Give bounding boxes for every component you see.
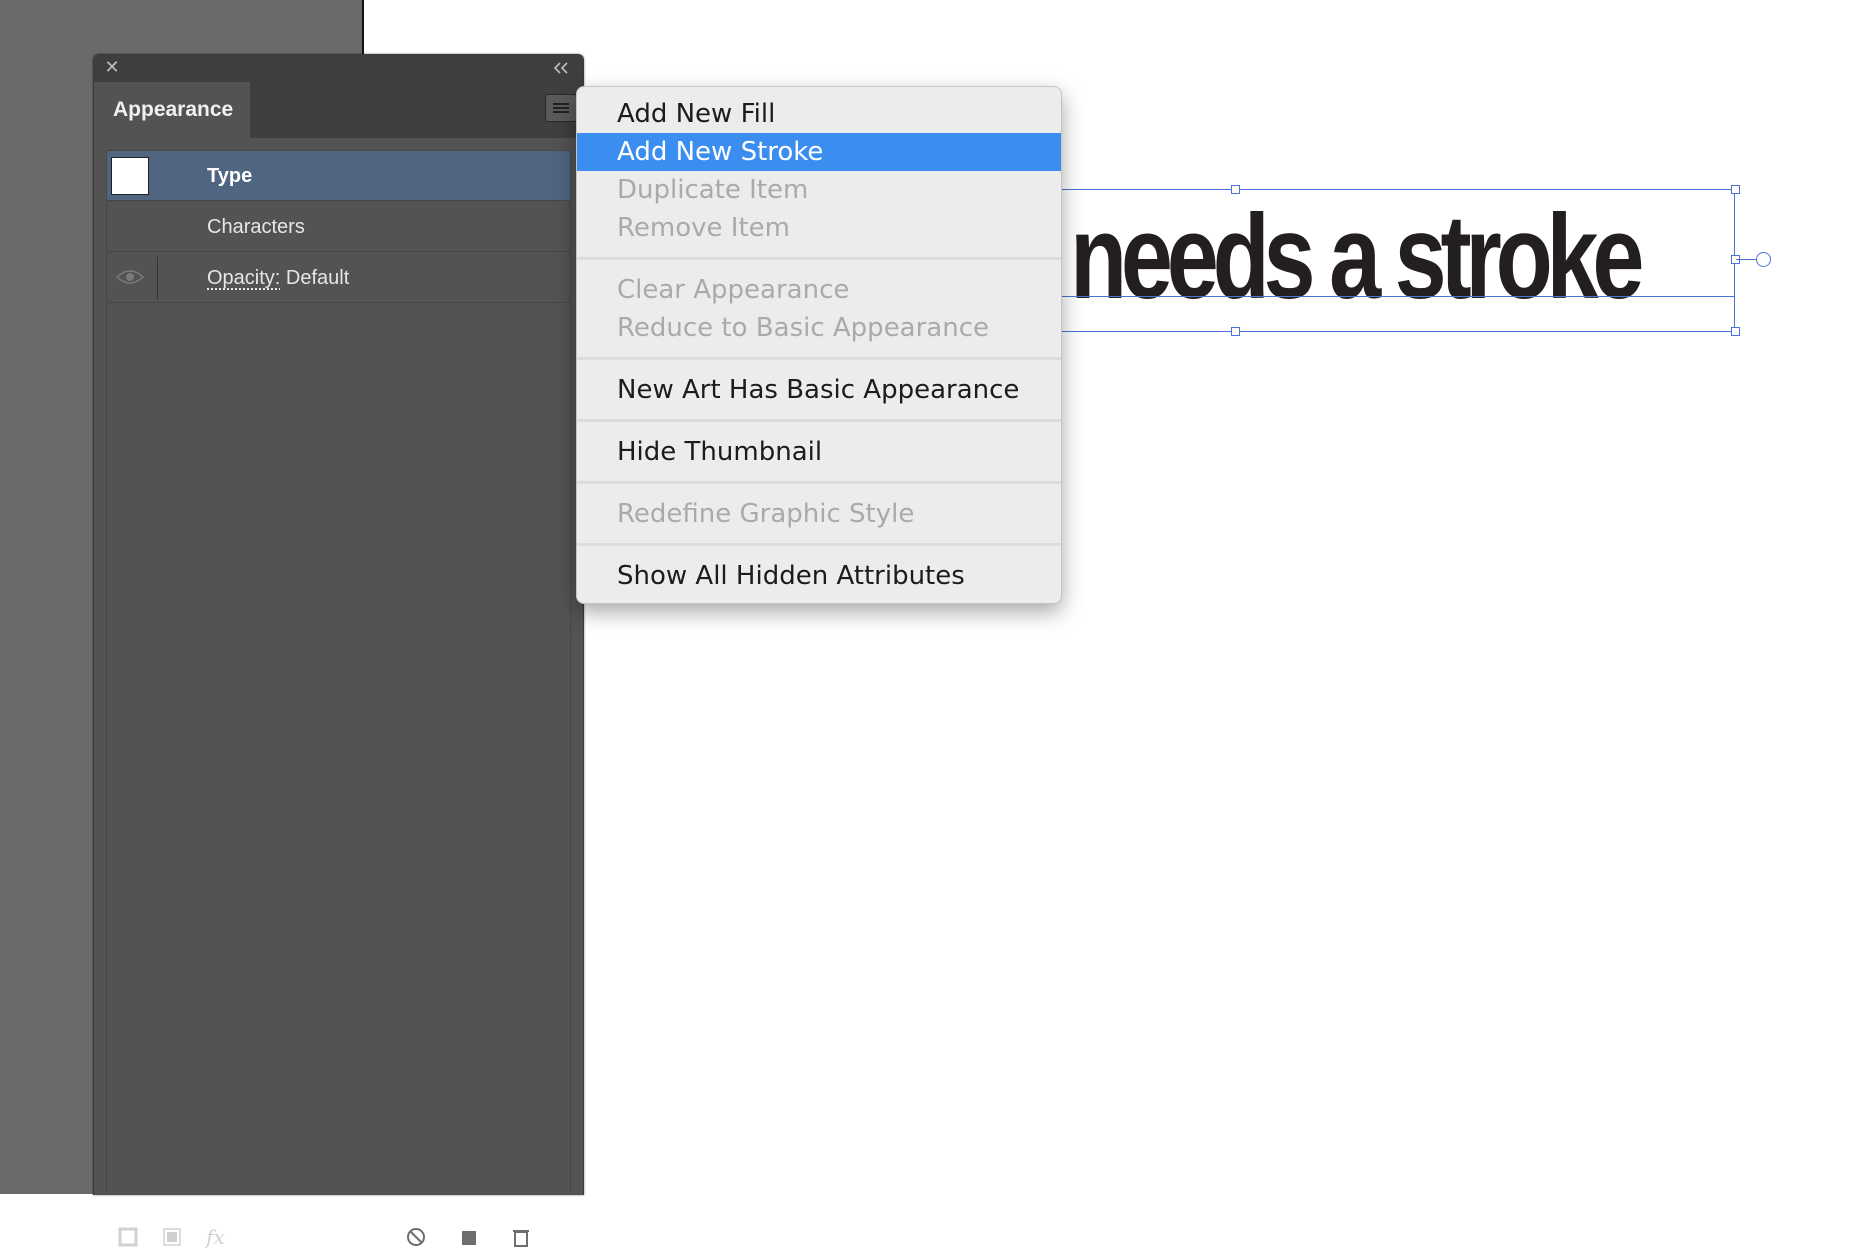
collapse-panel-icon[interactable] (551, 58, 573, 78)
menu-separator (577, 357, 1061, 360)
add-new-stroke-icon[interactable] (116, 1225, 142, 1249)
clear-appearance-icon (404, 1225, 430, 1249)
svg-text:fx: fx (204, 1225, 225, 1249)
appearance-row-type[interactable]: Type (107, 151, 570, 201)
trash-icon (508, 1225, 534, 1249)
visibility-separator (157, 257, 158, 299)
selection-handle-top-right[interactable] (1731, 185, 1740, 194)
panel-tab-strip: Appearance (94, 82, 583, 138)
menu-separator (577, 481, 1061, 484)
appearance-row-characters[interactable]: Characters (107, 202, 570, 252)
panel-footer-toolbar: fx (106, 1225, 571, 1255)
menu-item-add-new-stroke[interactable]: Add New Stroke (577, 133, 1061, 171)
menu-item-duplicate-item: Duplicate Item (617, 175, 809, 205)
tab-appearance[interactable]: Appearance (94, 82, 250, 138)
menu-separator (577, 543, 1061, 546)
row-label-type: Type (207, 165, 253, 187)
text-out-port[interactable] (1756, 252, 1771, 267)
menu-separator (577, 257, 1061, 260)
menu-item-redefine-graphic-style: Redefine Graphic Style (617, 499, 915, 529)
duplicate-item-icon (456, 1225, 482, 1249)
appearance-context-menu: Add New Fill Add New Stroke Duplicate It… (576, 86, 1062, 604)
selection-bounding-box[interactable] (1040, 189, 1735, 332)
appearance-attribute-list: Type Characters Opacity: Default (106, 150, 571, 1195)
add-new-fill-icon[interactable] (160, 1225, 186, 1249)
text-baseline (1040, 296, 1735, 297)
menu-item-hide-thumbnail[interactable]: Hide Thumbnail (577, 433, 1061, 471)
opacity-value[interactable]: Default (286, 267, 349, 289)
appearance-row-opacity[interactable]: Opacity: Default (107, 253, 570, 303)
menu-item-new-art-has-basic-appearance[interactable]: New Art Has Basic Appearance (577, 371, 1061, 409)
menu-item-remove-item: Remove Item (617, 213, 790, 243)
menu-separator (577, 419, 1061, 422)
row-label-characters[interactable]: Characters (207, 202, 305, 252)
selection-handle-top[interactable] (1231, 185, 1240, 194)
selection-handle-bottom[interactable] (1231, 327, 1240, 336)
menu-item-clear-appearance: Clear Appearance (617, 275, 850, 305)
menu-item-add-new-fill[interactable]: Add New Fill (577, 95, 1061, 133)
eye-icon[interactable] (115, 267, 145, 287)
hamburger-icon (553, 103, 569, 105)
type-thumbnail (111, 157, 149, 195)
menu-item-show-all-hidden-attributes[interactable]: Show All Hidden Attributes (577, 557, 1061, 595)
opacity-link[interactable]: Opacity: (207, 267, 280, 289)
appearance-panel: ✕ Appearance Type Characters Opacity: De… (93, 54, 584, 1249)
menu-item-reduce-to-basic-appearance: Reduce to Basic Appearance (617, 313, 990, 343)
panel-menu-button[interactable] (545, 94, 577, 122)
selection-handle-bottom-right[interactable] (1731, 327, 1740, 336)
close-icon[interactable]: ✕ (103, 58, 121, 78)
fx-effect-icon[interactable]: fx (204, 1225, 230, 1249)
panel-titlebar[interactable]: ✕ (94, 55, 583, 82)
row-label-opacity: Opacity: Default (207, 253, 349, 303)
